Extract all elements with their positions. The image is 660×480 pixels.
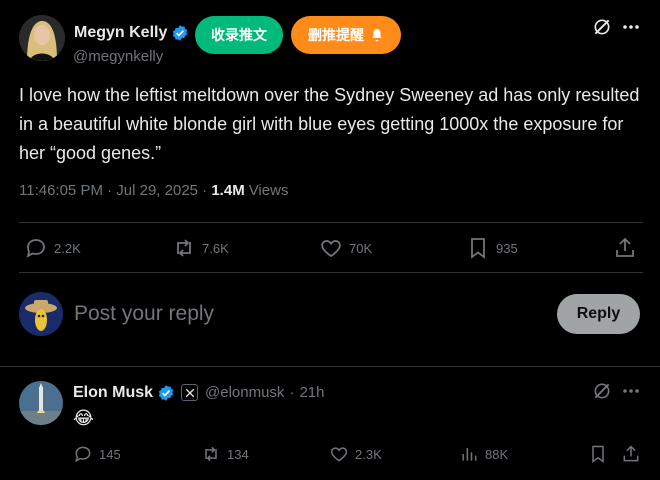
author-avatar-image [19,15,65,61]
author-handle[interactable]: @megynkelly [73,48,163,65]
repost-action[interactable]: 134 [201,444,249,464]
grok-icon[interactable] [592,17,612,37]
reply-text: 😂 [73,408,95,429]
reply-icon [26,239,45,258]
reply-count: 145 [99,446,121,462]
repost-icon [205,446,217,462]
reply-button[interactable]: Reply [557,294,640,334]
bookmark-action[interactable] [588,444,608,464]
author-avatar[interactable] [19,15,65,61]
reply-action[interactable]: 2.2K [24,236,81,260]
x-affiliate-badge-icon[interactable] [181,384,198,401]
share-action[interactable] [621,444,641,464]
reply-author-avatar[interactable] [19,381,63,425]
bookmark-action[interactable]: 935 [466,236,518,260]
collect-tweet-button[interactable]: 收录推文 [195,16,283,54]
grok-icon[interactable] [592,381,612,401]
like-count: 70K [349,240,373,256]
reply-author-name[interactable]: Elon Musk [73,384,153,402]
tweet-text: I love how the leftist meltdown over the… [19,85,640,163]
tweet-time[interactable]: 11:46:05 PM · Jul 29, 2025 · [19,182,211,199]
reply-age[interactable]: 21h [299,384,324,401]
divider [19,222,643,223]
more-options-icon[interactable] [622,386,640,396]
more-options-icon[interactable] [622,22,640,32]
delete-alert-button[interactable]: 删推提醒 [291,16,401,54]
reply-action[interactable]: 145 [73,444,121,464]
delete-alert-label: 删推提醒 [308,28,364,44]
reply-icon [75,446,91,463]
author-name[interactable]: Megyn Kelly [74,24,167,42]
heart-icon [321,240,341,258]
verified-badge-icon [171,24,189,47]
views-count: 1.4M [211,182,245,199]
share-action[interactable] [613,236,637,260]
divider [0,366,660,367]
current-user-avatar-image [19,292,63,336]
tweet-timestamp: 11:46:05 PM · Jul 29, 2025 · 1.4M Views [19,182,288,199]
analytics-icon [462,448,477,461]
bell-icon [372,29,382,42]
like-count: 2.3K [355,446,382,462]
like-action[interactable]: 70K [319,236,372,260]
share-icon [623,445,639,462]
repost-count: 7.6K [202,240,229,256]
like-action[interactable]: 2.3K [329,444,382,464]
repost-action[interactable]: 7.6K [172,236,229,260]
repost-icon [177,239,191,257]
reply-author-handle[interactable]: @elonmusk [205,384,284,401]
reply-count: 2.2K [54,240,81,256]
verified-badge-icon [157,384,175,407]
divider [19,272,643,273]
repost-count: 134 [227,446,249,462]
current-user-avatar[interactable] [19,292,63,336]
reply-author-avatar-image [19,381,63,425]
share-icon [616,237,634,257]
meta-separator: · [289,384,295,401]
bookmark-count: 935 [496,240,518,256]
bookmark-icon [471,238,485,259]
bookmark-icon [592,445,604,463]
heart-icon [330,447,348,462]
reply-input[interactable]: Post your reply [74,302,534,330]
views-action[interactable]: 88K [459,444,508,464]
views-label: Views [248,182,289,199]
reply-meta: @elonmusk · 21h [205,384,324,401]
views-count: 88K [485,446,509,462]
